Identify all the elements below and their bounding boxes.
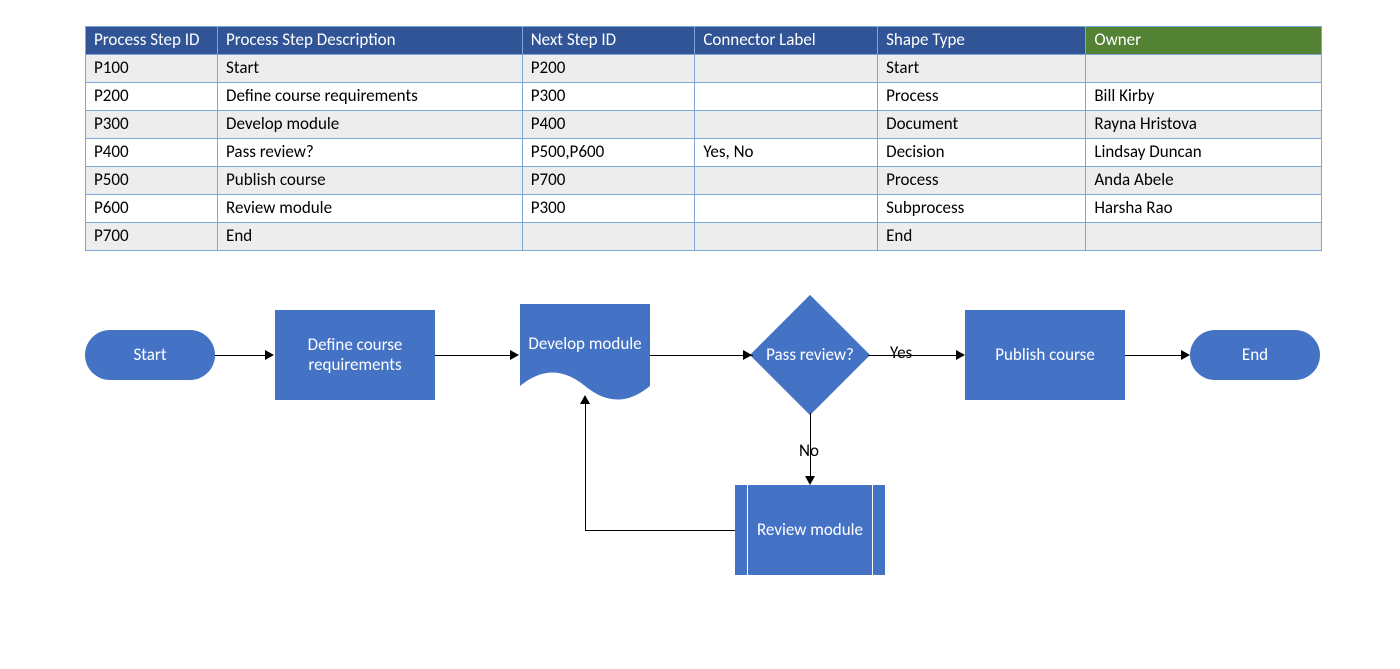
cell-owner: Harsha Rao (1086, 195, 1322, 223)
table-row: P200 Define course requirements P300 Pro… (86, 83, 1322, 111)
arrowhead-icon (510, 350, 519, 360)
cell-conn (695, 167, 878, 195)
connector (585, 530, 735, 531)
th-owner: Owner (1086, 27, 1322, 55)
table-row: P300 Develop module P400 Document Rayna … (86, 111, 1322, 139)
cell-shape: Subprocess (878, 195, 1086, 223)
cell-desc: End (218, 223, 523, 251)
cell-desc: Pass review? (218, 139, 523, 167)
cell-next: P200 (522, 55, 695, 83)
cell-next: P400 (522, 111, 695, 139)
cell-next: P300 (522, 83, 695, 111)
page: Process Step ID Process Step Description… (0, 0, 1400, 669)
flow-pass-review: Pass review? (750, 295, 870, 415)
cell-shape: Process (878, 83, 1086, 111)
flow-end: End (1190, 330, 1320, 380)
flow-publish-course-label: Publish course (987, 345, 1103, 365)
cell-owner (1086, 223, 1322, 251)
table-row: P500 Publish course P700 Process Anda Ab… (86, 167, 1322, 195)
flow-start-label: Start (133, 345, 166, 365)
connector (1125, 355, 1181, 356)
cell-conn (695, 83, 878, 111)
cell-id: P500 (86, 167, 218, 195)
arrowhead-icon (1181, 350, 1190, 360)
cell-conn: Yes, No (695, 139, 878, 167)
cell-conn (695, 111, 878, 139)
connector (585, 404, 586, 531)
table-row: P100 Start P200 Start (86, 55, 1322, 83)
cell-id: P300 (86, 111, 218, 139)
flow-define-requirements: Define course requirements (275, 310, 435, 400)
cell-conn (695, 195, 878, 223)
th-next-step: Next Step ID (522, 27, 695, 55)
table-row: P600 Review module P300 Subprocess Harsh… (86, 195, 1322, 223)
cell-desc: Define course requirements (218, 83, 523, 111)
cell-conn (695, 55, 878, 83)
th-connector: Connector Label (695, 27, 878, 55)
arrowhead-icon (580, 395, 590, 404)
arrowhead-icon (265, 350, 274, 360)
cell-id: P200 (86, 83, 218, 111)
flowchart: Start Define course requirements Develop… (85, 290, 1322, 620)
cell-shape: End (878, 223, 1086, 251)
th-step-desc: Process Step Description (218, 27, 523, 55)
cell-id: P600 (86, 195, 218, 223)
connector (435, 355, 510, 356)
cell-next (522, 223, 695, 251)
cell-owner: Rayna Hristova (1086, 111, 1322, 139)
connector-label-yes: Yes (890, 342, 912, 363)
th-shape-type: Shape Type (878, 27, 1086, 55)
connector (650, 355, 753, 356)
arrowhead-icon (956, 350, 965, 360)
cell-desc: Develop module (218, 111, 523, 139)
cell-owner (1086, 55, 1322, 83)
flow-review-module-label: Review module (757, 520, 863, 540)
connector-label-no: No (799, 440, 819, 461)
flow-end-label: End (1242, 345, 1268, 365)
flow-review-module: Review module (735, 485, 885, 575)
cell-owner: Lindsay Duncan (1086, 139, 1322, 167)
cell-desc: Review module (218, 195, 523, 223)
th-step-id: Process Step ID (86, 27, 218, 55)
flow-publish-course: Publish course (965, 310, 1125, 400)
cell-shape: Start (878, 55, 1086, 83)
cell-conn (695, 223, 878, 251)
cell-id: P100 (86, 55, 218, 83)
arrowhead-icon (743, 350, 752, 360)
connector (215, 355, 265, 356)
table-row: P400 Pass review? P500,P600 Yes, No Deci… (86, 139, 1322, 167)
cell-next: P300 (522, 195, 695, 223)
flow-develop-module-label: Develop module (520, 304, 650, 384)
flow-define-requirements-label: Define course requirements (275, 335, 435, 376)
flow-pass-review-text: Pass review? (766, 345, 854, 365)
cell-desc: Start (218, 55, 523, 83)
cell-desc: Publish course (218, 167, 523, 195)
flow-develop-module-text: Develop module (528, 334, 641, 354)
cell-next: P700 (522, 167, 695, 195)
flow-start: Start (85, 330, 215, 380)
process-table: Process Step ID Process Step Description… (85, 26, 1322, 251)
cell-id: P400 (86, 139, 218, 167)
table-row: P700 End End (86, 223, 1322, 251)
cell-owner: Anda Abele (1086, 167, 1322, 195)
cell-owner: Bill Kirby (1086, 83, 1322, 111)
table-header-row: Process Step ID Process Step Description… (86, 27, 1322, 55)
flow-develop-module: Develop module (520, 304, 650, 404)
cell-shape: Process (878, 167, 1086, 195)
cell-id: P700 (86, 223, 218, 251)
cell-shape: Document (878, 111, 1086, 139)
cell-shape: Decision (878, 139, 1086, 167)
arrowhead-icon (805, 476, 815, 485)
flow-pass-review-label: Pass review? (750, 295, 870, 415)
cell-next: P500,P600 (522, 139, 695, 167)
